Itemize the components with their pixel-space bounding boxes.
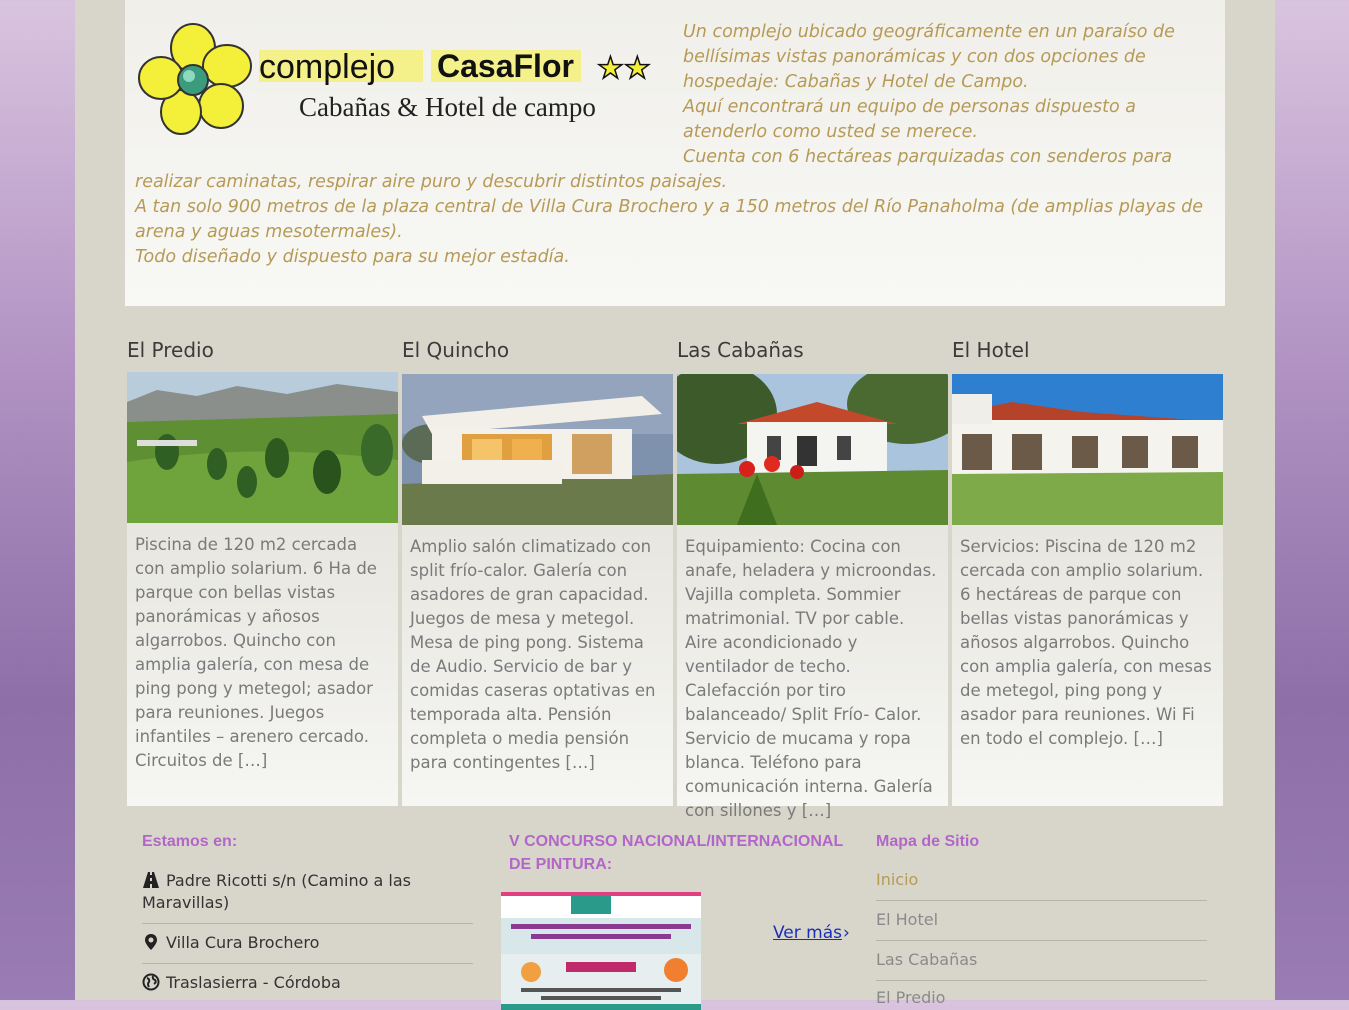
divider bbox=[142, 923, 473, 924]
chevron-right-icon[interactable]: › bbox=[843, 923, 850, 943]
divider bbox=[876, 980, 1207, 981]
page-container: complejo CasaFlor ★★ Cabañas & Hotel de … bbox=[75, 0, 1275, 1010]
contest-poster[interactable] bbox=[501, 892, 701, 1010]
sitemap-heading: Mapa de Sitio bbox=[876, 833, 980, 850]
cabanas-photo[interactable] bbox=[677, 374, 948, 525]
divider bbox=[142, 963, 473, 964]
quincho-photo[interactable] bbox=[402, 374, 673, 525]
card-el-hotel: El Hotel Servicios: Piscina de 120 m2 ce… bbox=[952, 330, 1223, 806]
card-el-predio: El Predio Piscina de 120 m2 cercada con … bbox=[127, 330, 398, 806]
contest-heading: V CONCURSO NACIONAL/INTERNACIONAL DE PIN… bbox=[509, 833, 843, 873]
address-text: Padre Ricotti s/n (Camino a las Maravill… bbox=[142, 871, 411, 912]
address-text: Villa Cura Brochero bbox=[166, 933, 320, 952]
ver-mas-link[interactable]: Ver más bbox=[773, 923, 842, 943]
divider bbox=[876, 900, 1207, 901]
hero-description: Un complejo ubicado geográficamente en u… bbox=[135, 20, 1215, 270]
card-el-quincho: El Quincho Amplio salón climatizado con … bbox=[402, 330, 673, 806]
hotel-photo[interactable] bbox=[952, 374, 1223, 525]
map-marker-icon bbox=[145, 934, 157, 950]
card-title[interactable]: El Predio bbox=[127, 338, 214, 362]
card-title[interactable]: El Hotel bbox=[952, 338, 1030, 362]
sitemap-link-el-hotel[interactable]: El Hotel bbox=[876, 910, 938, 929]
footer: Estamos en: Padre Ricotti s/n (Camino a … bbox=[75, 810, 1275, 1010]
address-line: Traslasierra - Córdoba bbox=[142, 972, 473, 994]
card-text: Equipamiento: Cocina con anafe, heladera… bbox=[677, 525, 948, 820]
address-line: Padre Ricotti s/n (Camino a las Maravill… bbox=[142, 870, 473, 914]
feature-cards: El Predio Piscina de 120 m2 cercada con … bbox=[127, 330, 1227, 820]
hero-panel: complejo CasaFlor ★★ Cabañas & Hotel de … bbox=[125, 0, 1225, 306]
hero-paragraph: Todo diseñado y dispuesto para su mejor … bbox=[135, 247, 570, 267]
location-heading: Estamos en: bbox=[142, 833, 238, 850]
sitemap-link-las-cabanas[interactable]: Las Cabañas bbox=[876, 950, 977, 969]
hero-paragraph: Cuenta con 6 hectáreas parquizadas con s… bbox=[135, 147, 1173, 192]
card-las-cabanas: Las Cabañas Equipamiento: Cocina con ana… bbox=[677, 330, 948, 820]
card-text: Servicios: Piscina de 120 m2 cercada con… bbox=[952, 525, 1223, 806]
address-line: Villa Cura Brochero bbox=[142, 932, 473, 954]
predio-photo[interactable] bbox=[127, 372, 398, 523]
card-text: Piscina de 120 m2 cercada con amplio sol… bbox=[127, 523, 398, 806]
sitemap-link-el-predio[interactable]: El Predio bbox=[876, 988, 945, 1007]
sitemap-link-inicio[interactable]: Inicio bbox=[876, 870, 918, 889]
card-text: Amplio salón climatizado con split frío-… bbox=[402, 525, 673, 806]
address-text: Traslasierra - Córdoba bbox=[166, 973, 341, 992]
card-title[interactable]: Las Cabañas bbox=[677, 338, 804, 362]
hero-paragraph: A tan solo 900 metros de la plaza centra… bbox=[135, 197, 1204, 242]
card-title[interactable]: El Quincho bbox=[402, 338, 509, 362]
road-icon bbox=[143, 872, 159, 888]
globe-icon bbox=[142, 973, 160, 991]
divider bbox=[876, 940, 1207, 941]
